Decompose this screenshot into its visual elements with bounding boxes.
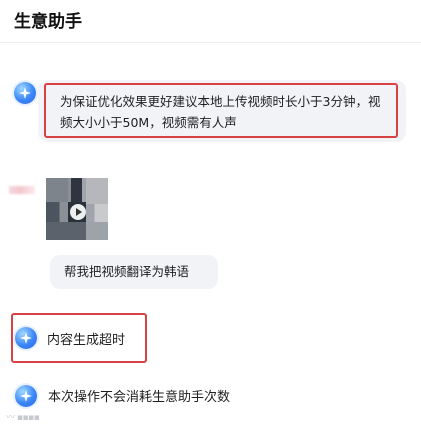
- page-title: 生意助手: [14, 12, 82, 32]
- assistant-avatar-icon: [15, 327, 37, 349]
- timeout-status-text: 内容生成超时: [47, 333, 126, 348]
- header-divider: [0, 42, 421, 43]
- usage-note-text: 本次操作不会消耗生意助手次数: [48, 390, 231, 405]
- user-request-text: 帮我把视频翻译为韩语: [64, 264, 190, 279]
- assistant-tip-text: 为保证优化效果更好建议本地上传视频时长小于3分钟，视频大小小于50M，视频需有人…: [60, 94, 381, 130]
- assistant-avatar-icon: [15, 385, 37, 407]
- video-thumbnail[interactable]: [46, 178, 108, 240]
- user-avatar: [9, 186, 35, 194]
- play-icon[interactable]: [70, 204, 86, 220]
- assistant-avatar-icon: [14, 82, 36, 104]
- watermark-logo: 〰 ▪▪▪▪: [6, 413, 40, 423]
